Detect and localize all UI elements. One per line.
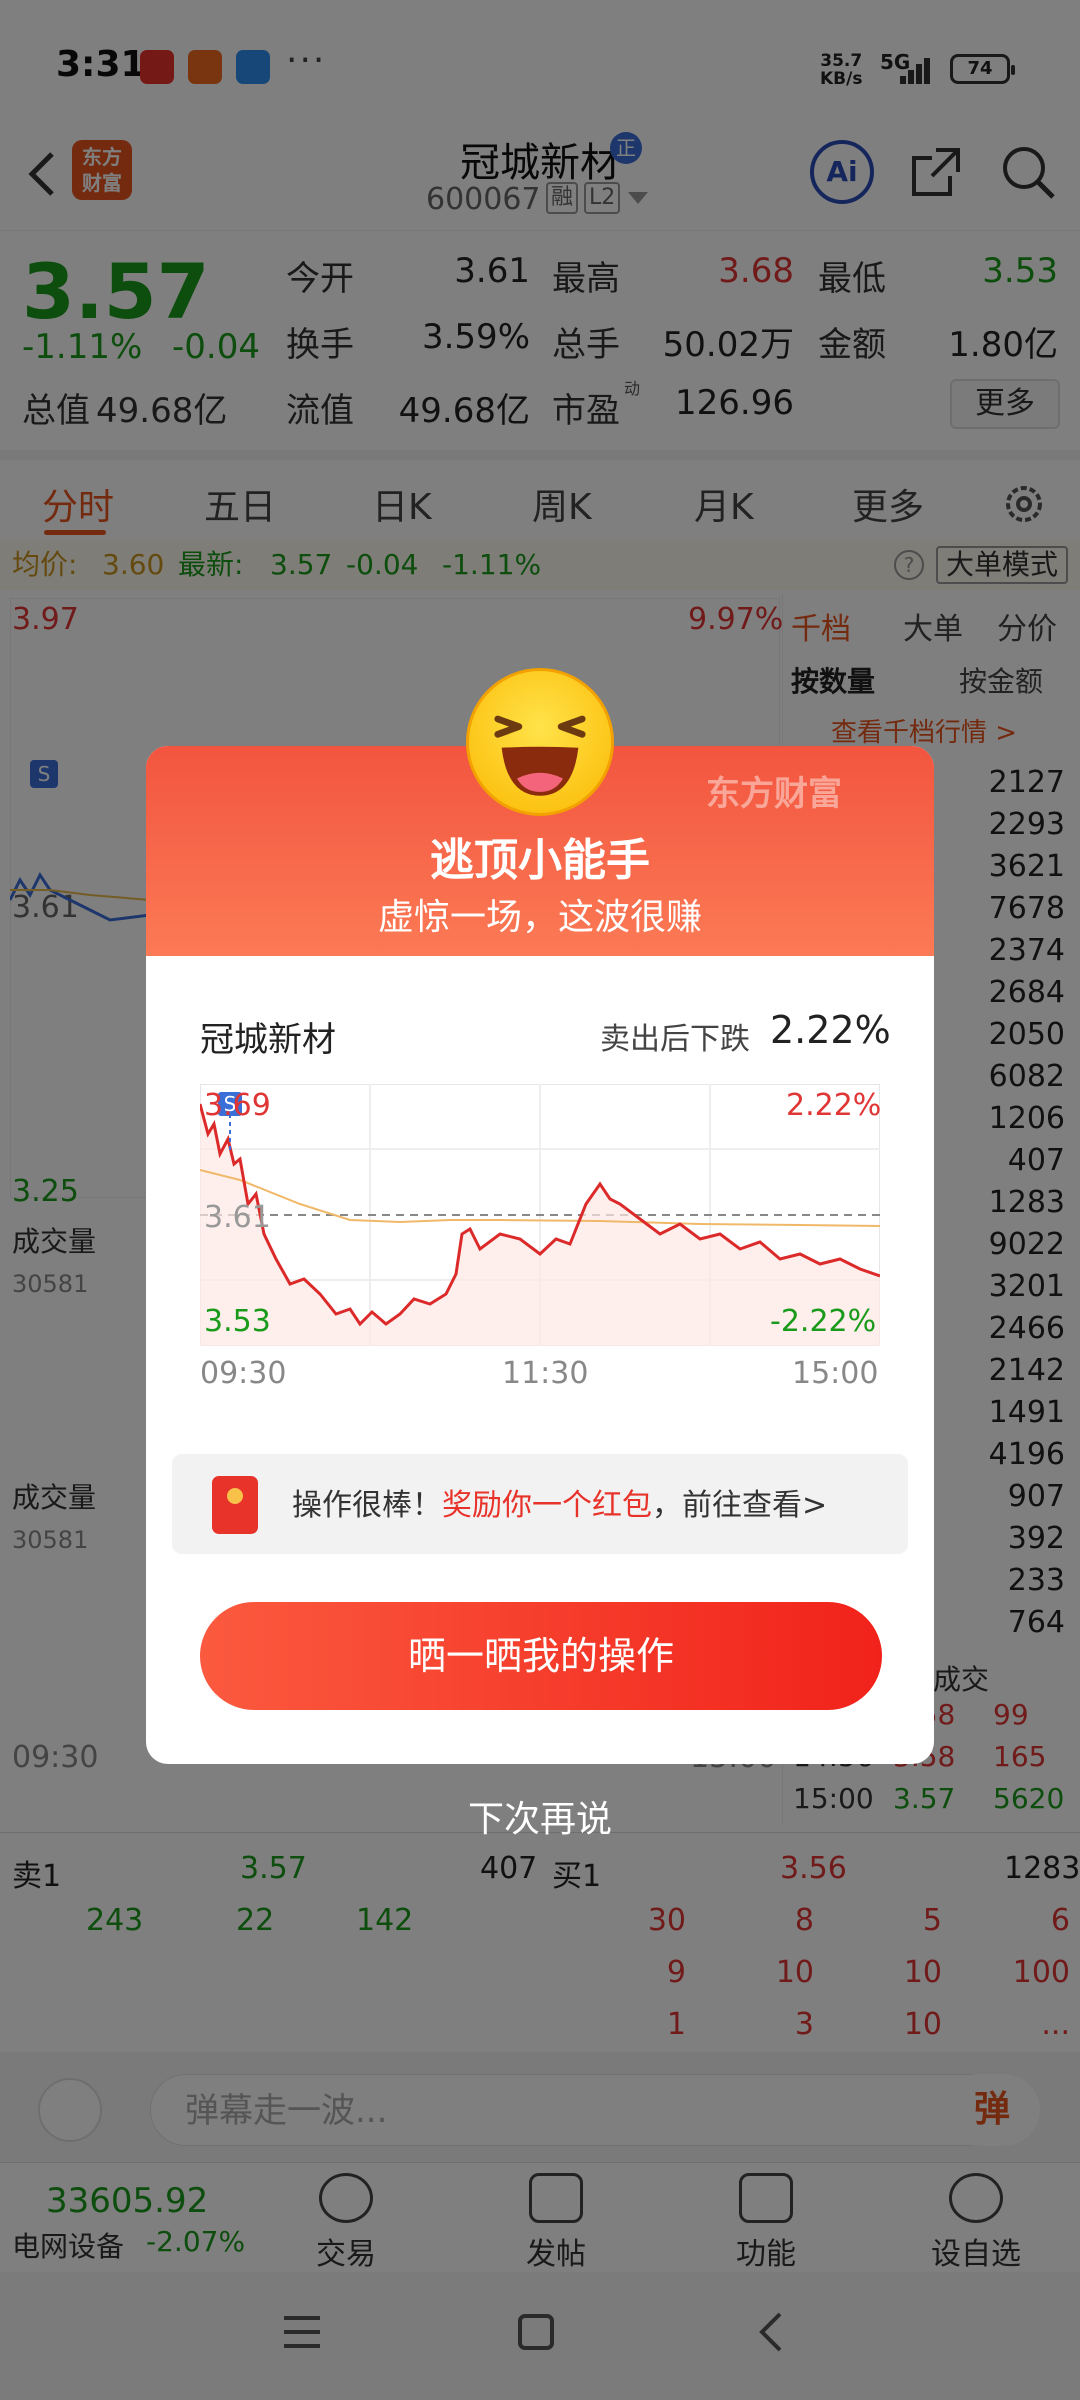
share-operation-button[interactable]: 晒一晒我的操作 [200, 1602, 882, 1710]
red-packet-icon [212, 1476, 258, 1534]
mini-chart-mid-tick: 3.61 [204, 1200, 271, 1235]
fall-after-sell-value: 2.22% [770, 1008, 891, 1052]
modal-subtitle: 虚惊一场，这波很赚 [377, 897, 702, 938]
red-packet-banner[interactable]: 操作很棒！奖励你一个红包，前往查看> [172, 1454, 908, 1554]
mini-chart-time-end: 15:00 [792, 1356, 879, 1391]
mini-chart-low-pct-tick: -2.22% [770, 1304, 877, 1339]
mini-chart-high-tick: 3.69 [204, 1088, 271, 1123]
mini-chart-low-tick: 3.53 [204, 1304, 271, 1339]
modal-stock-name: 冠城新材 [200, 1020, 336, 1060]
mini-chart-time-mid: 11:30 [502, 1356, 589, 1391]
red-packet-text: 操作很棒！奖励你一个红包，前往查看> [292, 1488, 828, 1523]
watermark-logo: 东方财富 [706, 774, 842, 814]
fall-after-sell-label: 卖出后下跌 [600, 1022, 750, 1057]
laughing-emoji-icon [466, 668, 614, 816]
mini-chart-high-pct-tick: 2.22% [786, 1088, 882, 1123]
dismiss-later-link[interactable]: 下次再说 [0, 1790, 1080, 1842]
mini-chart-time-start: 09:30 [200, 1356, 287, 1391]
modal-title: 逃顶小能手 [430, 835, 650, 886]
achievement-modal: 东方财富 逃顶小能手 虚惊一场，这波很赚 冠城新材 卖出后下跌 2.22% S … [146, 746, 934, 1764]
